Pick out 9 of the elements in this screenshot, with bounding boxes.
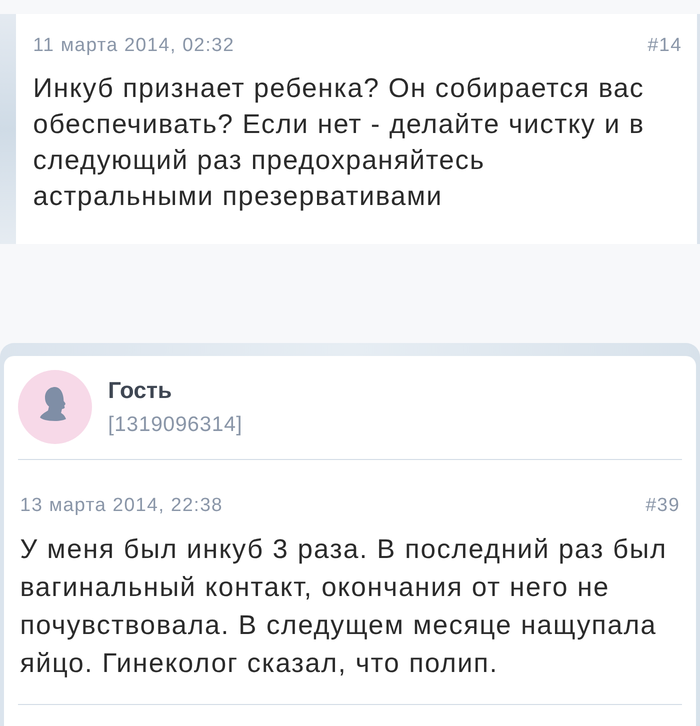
post-date: 11 марта 2014, 02:32 [33,34,234,58]
post-text: У меня был инкуб 3 раза. В последний раз был вагинальный контакт, окончания от него не почувствовала. В следущем месяце нащупала яйцо. Гинеколог сказал, что полип. [18,530,682,705]
post-text: Инкуб признает ребенка? Он собирается вас обеспечивать? Если нет - делайте чистку и в следующий раз предохраняйтесь астральными презервативами [33,72,646,213]
avatar-icon [18,370,92,444]
post-number[interactable]: #14 [648,34,682,58]
post-date: 13 марта 2014, 22:38 [20,494,223,518]
author-name[interactable]: Гость [108,377,242,403]
author-id: [1319096314] [108,413,242,437]
post-number[interactable]: #39 [646,494,680,518]
